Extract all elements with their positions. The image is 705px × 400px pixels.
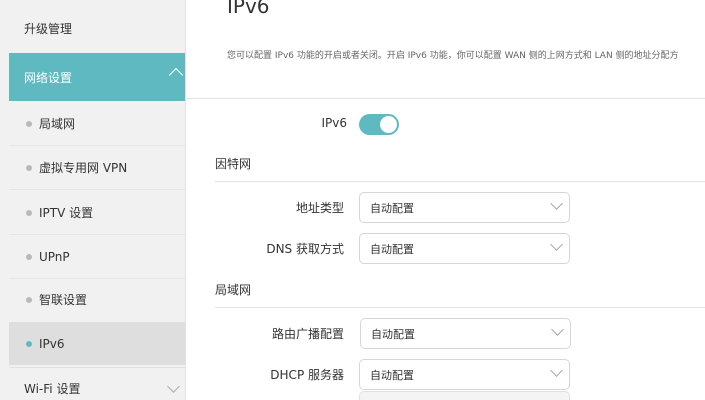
chevron-down-icon — [167, 380, 180, 393]
section-title-lan: 局域网 — [215, 283, 252, 297]
section-title-internet: 因特网 — [215, 157, 252, 171]
select-value: 自动配置 — [370, 368, 414, 382]
sidebar-item-smart-link[interactable]: 智联设置 — [9, 278, 185, 321]
bullet-icon — [26, 165, 32, 171]
sidebar-item-iptv[interactable]: IPTV 设置 — [9, 191, 185, 234]
address-type-label: 地址类型 — [295, 201, 344, 215]
select-value: 自动配置 — [371, 327, 415, 341]
bullet-icon — [26, 297, 32, 303]
sidebar-item-upgrade[interactable]: 升级管理 — [9, 8, 185, 49]
chevron-down-icon — [551, 323, 564, 336]
chevron-down-icon — [550, 238, 563, 251]
router-advert-label: 路由广播配置 — [271, 327, 344, 341]
sidebar-item-network-settings[interactable]: 网络设置 — [9, 53, 185, 101]
address-type-select[interactable]: 自动配置 — [359, 192, 570, 223]
sidebar-item-label: IPTV 设置 — [39, 206, 94, 220]
dhcp-server-select[interactable]: 自动配置 — [359, 359, 570, 390]
dns-method-label: DNS 获取方式 — [266, 242, 344, 256]
sidebar-item-label: UPnP — [39, 249, 70, 264]
bullet-icon — [26, 341, 32, 347]
sidebar-item-ipv6[interactable]: IPv6 — [9, 322, 185, 365]
sidebar-item-label: 智联设置 — [39, 293, 88, 307]
bullet-icon — [26, 254, 32, 260]
sidebar-item-upnp[interactable]: UPnP — [9, 235, 185, 278]
dhcp-server-label: DHCP 服务器 — [270, 368, 344, 382]
divider — [215, 307, 705, 308]
router-advert-select[interactable]: 自动配置 — [360, 318, 571, 349]
bullet-icon — [26, 210, 32, 216]
sidebar-item-wifi-settings[interactable]: Wi-Fi 设置 — [9, 367, 185, 400]
sidebar-item-label: 升级管理 — [24, 22, 73, 36]
dns-method-select[interactable]: 自动配置 — [359, 233, 570, 264]
chevron-up-icon — [168, 67, 184, 83]
sidebar-item-vpn[interactable]: 虚拟专用网 VPN — [9, 146, 185, 189]
sidebar-item-label: 网络设置 — [24, 70, 73, 85]
ipv6-toggle[interactable] — [359, 114, 399, 135]
sidebar-item-label: Wi-Fi 设置 — [24, 381, 81, 396]
next-select[interactable] — [359, 391, 570, 400]
sidebar-item-label: IPv6 — [39, 336, 65, 351]
sidebar-item-label: 局域网 — [39, 117, 76, 131]
sidebar-item-label: 虚拟专用网 VPN — [39, 161, 128, 175]
toggle-knob — [380, 116, 397, 133]
chevron-down-icon — [550, 197, 563, 210]
page-description: 您可以配置 IPv6 功能的开启或者关闭。开启 IPv6 功能，你可以配置 WA… — [227, 51, 679, 61]
select-value: 自动配置 — [370, 201, 414, 215]
main-content: IPv6 您可以配置 IPv6 功能的开启或者关闭。开启 IPv6 功能，你可以… — [187, 0, 705, 400]
ipv6-toggle-label: IPv6 — [321, 116, 347, 130]
select-value: 自动配置 — [370, 242, 414, 256]
sidebar-item-lan[interactable]: 局域网 — [9, 102, 185, 145]
bullet-icon — [26, 121, 32, 127]
chevron-down-icon — [550, 364, 563, 377]
sidebar: 升级管理 网络设置 局域网 虚拟专用网 VPN IPTV 设置 UPnP 智联设… — [0, 0, 186, 400]
divider — [215, 181, 705, 182]
divider — [187, 98, 705, 99]
page-title: IPv6 — [227, 0, 270, 18]
